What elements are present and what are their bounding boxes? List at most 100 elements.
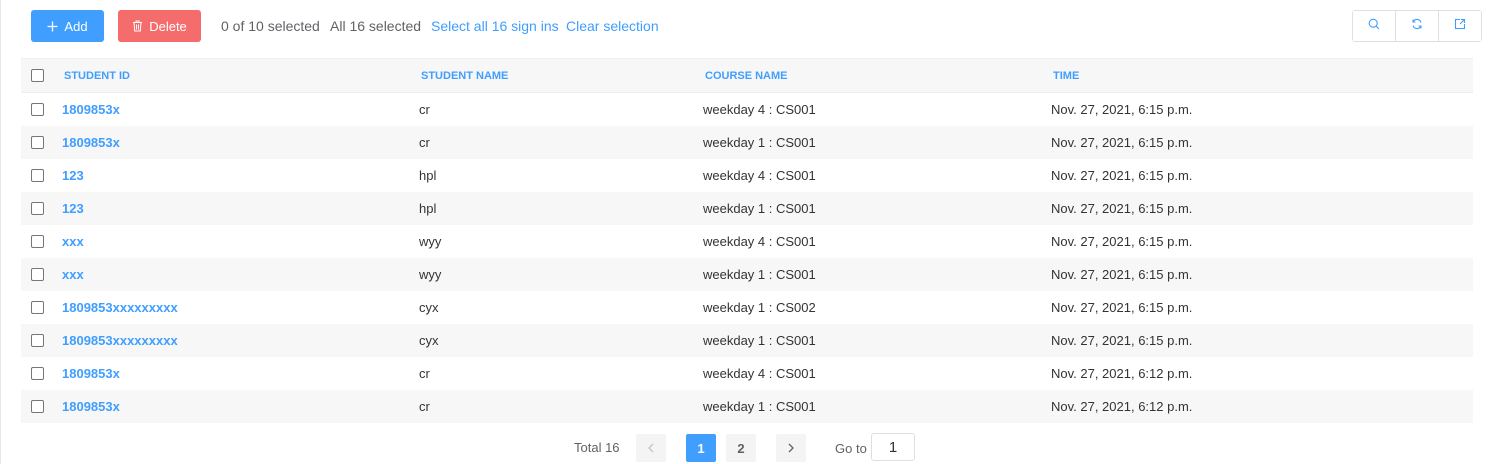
header-time[interactable]: TIME (1053, 59, 1079, 92)
row-select-cell (31, 390, 44, 423)
header-student-id[interactable]: STUDENT ID (64, 59, 130, 92)
page-1-button[interactable]: 1 (686, 434, 716, 462)
goto-page-input[interactable] (871, 433, 915, 461)
time-cell: Nov. 27, 2021, 6:15 p.m. (1051, 201, 1193, 216)
student-name-cell: cyx (419, 333, 439, 348)
table-row: 1809853x cr weekday 4 : CS001 Nov. 27, 2021… (21, 357, 1473, 390)
student-id-link[interactable]: 1809853xxxxxxxxx (62, 300, 178, 315)
header-course-name[interactable]: COURSE NAME (705, 59, 788, 92)
student-id-link[interactable]: 1809853xxxxxxxxx (62, 333, 178, 348)
time-cell: Nov. 27, 2021, 6:15 p.m. (1051, 267, 1193, 282)
student-id-cell: 1809853x (62, 93, 120, 126)
pagination-total: Total 16 (574, 440, 620, 455)
select-all-checkbox[interactable] (31, 69, 44, 82)
goto-label: Go to (835, 441, 867, 456)
course-name-cell: weekday 1 : CS001 (703, 333, 816, 348)
course-name-cell: weekday 4 : CS001 (703, 102, 816, 117)
chevron-right-icon (787, 441, 795, 456)
course-name-cell: weekday 4 : CS001 (703, 234, 816, 249)
refresh-icon (1411, 17, 1423, 35)
row-select-cell (31, 357, 44, 390)
refresh-button[interactable] (1396, 11, 1439, 41)
page-left-border (0, 0, 1, 464)
table-header: STUDENT ID STUDENT NAME COURSE NAME TIME (21, 58, 1473, 93)
time-cell: Nov. 27, 2021, 6:15 p.m. (1051, 234, 1193, 249)
time-cell: Nov. 27, 2021, 6:15 p.m. (1051, 333, 1193, 348)
row-checkbox[interactable] (31, 301, 44, 314)
student-id-cell: 1809853x (62, 126, 120, 159)
table-row: 1809853xxxxxxxxx cyx weekday 1 : CS001 Nov.… (21, 324, 1473, 357)
student-id-cell: 1809853xxxxxxxxx (62, 324, 178, 357)
export-icon (1454, 17, 1466, 35)
next-page-button[interactable] (776, 434, 806, 462)
student-name-cell: hpl (419, 168, 437, 183)
row-select-cell (31, 93, 44, 126)
header-student-name[interactable]: STUDENT NAME (421, 59, 508, 92)
course-name-cell: weekday 1 : CS001 (703, 267, 816, 282)
table-row: 1809853xxxxxxxxx cyx weekday 1 : CS002 Nov.… (21, 291, 1473, 324)
student-id-link[interactable]: 123 (62, 201, 84, 216)
row-select-cell (31, 324, 44, 357)
student-name-cell: cr (419, 102, 430, 117)
row-select-cell (31, 192, 44, 225)
row-select-cell (31, 159, 44, 192)
time-cell: Nov. 27, 2021, 6:15 p.m. (1051, 168, 1193, 183)
student-id-cell: 1809853xxxxxxxxx (62, 291, 178, 324)
table-row: 1809853x cr weekday 4 : CS001 Nov. 27, 2021… (21, 93, 1473, 126)
page-2-button[interactable]: 2 (726, 434, 756, 462)
row-select-cell (31, 225, 44, 258)
time-cell: Nov. 27, 2021, 6:15 p.m. (1051, 135, 1193, 150)
row-checkbox[interactable] (31, 268, 44, 281)
student-id-link[interactable]: 1809853x (62, 102, 120, 117)
table-body: 1809853x cr weekday 4 : CS001 Nov. 27, 2021… (21, 93, 1473, 423)
student-id-cell: 1809853x (62, 390, 120, 423)
all-selected-text: All 16 selected (330, 18, 422, 34)
trash-icon (132, 20, 143, 32)
table-row: 123 hpl weekday 4 : CS001 Nov. 27, 2021, 6:… (21, 159, 1473, 192)
chevron-left-icon (647, 441, 655, 456)
student-id-link[interactable]: 1809853x (62, 366, 120, 381)
clear-selection-link[interactable]: Clear selection (566, 18, 659, 34)
search-icon (1368, 17, 1380, 35)
course-name-cell: weekday 1 : CS001 (703, 135, 816, 150)
time-cell: Nov. 27, 2021, 6:15 p.m. (1051, 300, 1193, 315)
row-checkbox[interactable] (31, 334, 44, 347)
sign-ins-table: STUDENT ID STUDENT NAME COURSE NAME TIME… (21, 58, 1473, 423)
toolbar: Add Delete 0 of 10 selected All 16 selec… (0, 0, 1492, 52)
row-checkbox[interactable] (31, 169, 44, 182)
row-select-cell (31, 126, 44, 159)
student-id-link[interactable]: xxx (62, 267, 84, 282)
time-cell: Nov. 27, 2021, 6:12 p.m. (1051, 366, 1193, 381)
table-row: xxx wyy weekday 4 : CS001 Nov. 27, 2021, 6:… (21, 225, 1473, 258)
row-checkbox[interactable] (31, 367, 44, 380)
prev-page-button[interactable] (636, 434, 666, 462)
delete-button[interactable]: Delete (118, 10, 201, 42)
student-name-cell: wyy (419, 234, 442, 249)
student-id-cell: xxx (62, 258, 84, 291)
course-name-cell: weekday 1 : CS001 (703, 201, 816, 216)
course-name-cell: weekday 1 : CS001 (703, 399, 816, 414)
student-name-cell: cyx (419, 300, 439, 315)
course-name-cell: weekday 4 : CS001 (703, 366, 816, 381)
add-button[interactable]: Add (31, 10, 104, 42)
student-name-cell: hpl (419, 201, 437, 216)
student-id-link[interactable]: xxx (62, 234, 84, 249)
export-button[interactable] (1439, 11, 1481, 41)
row-checkbox[interactable] (31, 136, 44, 149)
table-row: 123 hpl weekday 1 : CS001 Nov. 27, 2021, 6:… (21, 192, 1473, 225)
select-all-link[interactable]: Select all 16 sign ins (431, 18, 559, 34)
student-id-link[interactable]: 123 (62, 168, 84, 183)
student-id-cell: 1809853x (62, 357, 120, 390)
row-checkbox[interactable] (31, 235, 44, 248)
table-row: xxx wyy weekday 1 : CS001 Nov. 27, 2021, 6:… (21, 258, 1473, 291)
student-name-cell: wyy (419, 267, 442, 282)
search-button[interactable] (1353, 11, 1396, 41)
delete-button-label: Delete (149, 18, 187, 34)
student-id-cell: 123 (62, 192, 84, 225)
pagination: Total 16 1 2 Go to (0, 433, 1492, 463)
student-id-link[interactable]: 1809853x (62, 135, 120, 150)
row-checkbox[interactable] (31, 103, 44, 116)
row-checkbox[interactable] (31, 400, 44, 413)
row-checkbox[interactable] (31, 202, 44, 215)
student-id-link[interactable]: 1809853x (62, 399, 120, 414)
